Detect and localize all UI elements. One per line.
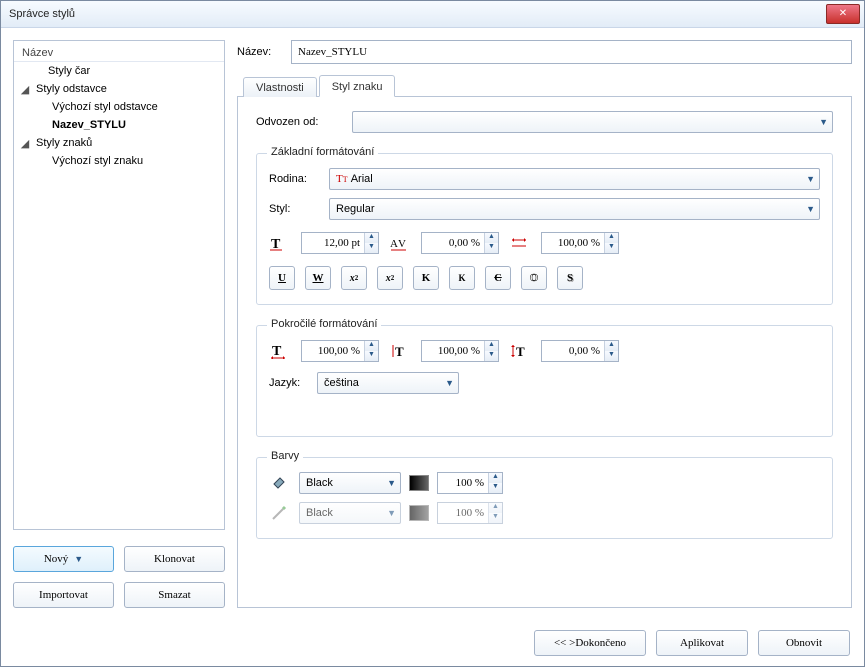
basic-formatting-legend: Základní formátování — [267, 146, 378, 158]
stroke-color-combo: Black▼ — [299, 502, 401, 524]
delete-button[interactable]: Smazat — [124, 582, 225, 608]
baseline-icon: T — [509, 342, 529, 360]
chevron-down-icon[interactable]: ◢ — [20, 137, 30, 150]
svg-text:A: A — [390, 238, 398, 250]
tree-item-line-styles[interactable]: Styly čar — [14, 62, 224, 80]
stroke-color-icon — [269, 504, 289, 522]
advanced-formatting-group: Pokročilé formátování T ▲▼ T ▲▼ T ▲▼ Jaz… — [256, 325, 833, 437]
outline-button[interactable]: O — [521, 266, 547, 290]
footer: << >Dokončeno Aplikovat Obnovit — [1, 620, 864, 666]
style-tree[interactable]: Název Styly čar ◢Styly odstavce Výchozí … — [13, 40, 225, 530]
import-button[interactable]: Importovat — [13, 582, 114, 608]
tab-character-style[interactable]: Styl znaku — [319, 75, 396, 97]
svg-text:T: T — [395, 344, 404, 359]
tracking-spinner[interactable]: ▲▼ — [421, 232, 499, 254]
language-label: Jazyk: — [269, 377, 309, 389]
hscale-icon — [509, 234, 529, 252]
vscale-spinner[interactable]: ▲▼ — [421, 340, 499, 362]
derived-from-combo[interactable]: ▼ — [352, 111, 833, 133]
tree-item-default-paragraph[interactable]: Výchozí styl odstavce — [14, 98, 224, 116]
hscale2-icon: T — [269, 342, 289, 360]
chevron-down-icon[interactable]: ◢ — [20, 83, 30, 96]
strikethrough-button[interactable]: Є — [485, 266, 511, 290]
done-button[interactable]: << >Dokončeno — [534, 630, 646, 656]
chevron-down-icon: ▼ — [819, 117, 828, 127]
stroke-color-swatch — [409, 505, 429, 521]
chevron-down-icon: ▼ — [445, 378, 454, 388]
close-button[interactable]: ✕ — [826, 4, 860, 24]
advanced-formatting-legend: Pokročilé formátování — [267, 318, 381, 330]
superscript-button[interactable]: x2 — [377, 266, 403, 290]
colors-group: Barvy Black▼ ▲▼ Black▼ ▲▼ — [256, 457, 833, 539]
titlebar[interactable]: Správce stylů ✕ — [1, 1, 864, 28]
subscript-button[interactable]: x2 — [341, 266, 367, 290]
chevron-down-icon: ▼ — [806, 174, 815, 184]
apply-button[interactable]: Aplikovat — [656, 630, 748, 656]
tree-item-default-character[interactable]: Výchozí styl znaku — [14, 152, 224, 170]
tracking-icon: AV — [389, 234, 409, 252]
font-family-combo[interactable]: TT Arial▼ — [329, 168, 820, 190]
underline-words-button[interactable]: W — [305, 266, 331, 290]
tab-properties[interactable]: Vlastnosti — [243, 77, 317, 97]
tab-content: Odvozen od: ▼ Základní formátování Rodin… — [237, 97, 852, 608]
underline-button[interactable]: U — [269, 266, 295, 290]
svg-text:T: T — [271, 237, 281, 251]
tree-header: Název — [14, 45, 224, 62]
tree-item-character-styles[interactable]: ◢Styly znaků — [14, 134, 224, 152]
font-family-label: Rodina: — [269, 173, 321, 185]
font-size-icon: T — [269, 234, 289, 252]
window-title: Správce stylů — [9, 8, 826, 20]
style-manager-window: Správce stylů ✕ Název Styly čar ◢Styly o… — [0, 0, 865, 667]
colors-legend: Barvy — [267, 450, 303, 462]
left-pane: Název Styly čar ◢Styly odstavce Výchozí … — [13, 40, 225, 608]
right-pane: Název: Vlastnosti Styl znaku Odvozen od:… — [237, 40, 852, 608]
svg-text:T: T — [272, 344, 282, 359]
reset-button[interactable]: Obnovit — [758, 630, 850, 656]
tabs: Vlastnosti Styl znaku — [237, 74, 852, 97]
basic-formatting-group: Základní formátování Rodina: TT Arial▼ S… — [256, 153, 833, 305]
clone-button[interactable]: Klonovat — [124, 546, 225, 572]
name-label: Název: — [237, 46, 283, 58]
svg-text:V: V — [398, 238, 406, 250]
stroke-shade-spinner: ▲▼ — [437, 502, 503, 524]
fill-color-icon — [269, 474, 289, 492]
fill-shade-spinner[interactable]: ▲▼ — [437, 472, 503, 494]
chevron-down-icon: ▼ — [74, 554, 83, 564]
fill-color-combo[interactable]: Black▼ — [299, 472, 401, 494]
shadow-button[interactable]: S — [557, 266, 583, 290]
font-size-spinner[interactable]: ▲▼ — [301, 232, 379, 254]
style-name-input[interactable] — [291, 40, 852, 64]
chevron-down-icon: ▼ — [806, 204, 815, 214]
svg-text:T: T — [516, 344, 525, 359]
font-style-label: Styl: — [269, 203, 321, 215]
hscale-spinner[interactable]: ▲▼ — [541, 232, 619, 254]
new-button[interactable]: Nový▼ — [13, 546, 114, 572]
fill-color-swatch — [409, 475, 429, 491]
baseline-spinner[interactable]: ▲▼ — [541, 340, 619, 362]
tree-item-nazev-stylu[interactable]: Nazev_STYLU — [14, 116, 224, 134]
font-style-combo[interactable]: Regular▼ — [329, 198, 820, 220]
tree-item-paragraph-styles[interactable]: ◢Styly odstavce — [14, 80, 224, 98]
hscale2-spinner[interactable]: ▲▼ — [301, 340, 379, 362]
smallcaps-button[interactable]: K — [449, 266, 475, 290]
derived-from-label: Odvozen od: — [256, 116, 344, 128]
allcaps-button[interactable]: K — [413, 266, 439, 290]
vscale-icon: T — [389, 342, 409, 360]
language-combo[interactable]: čeština▼ — [317, 372, 459, 394]
